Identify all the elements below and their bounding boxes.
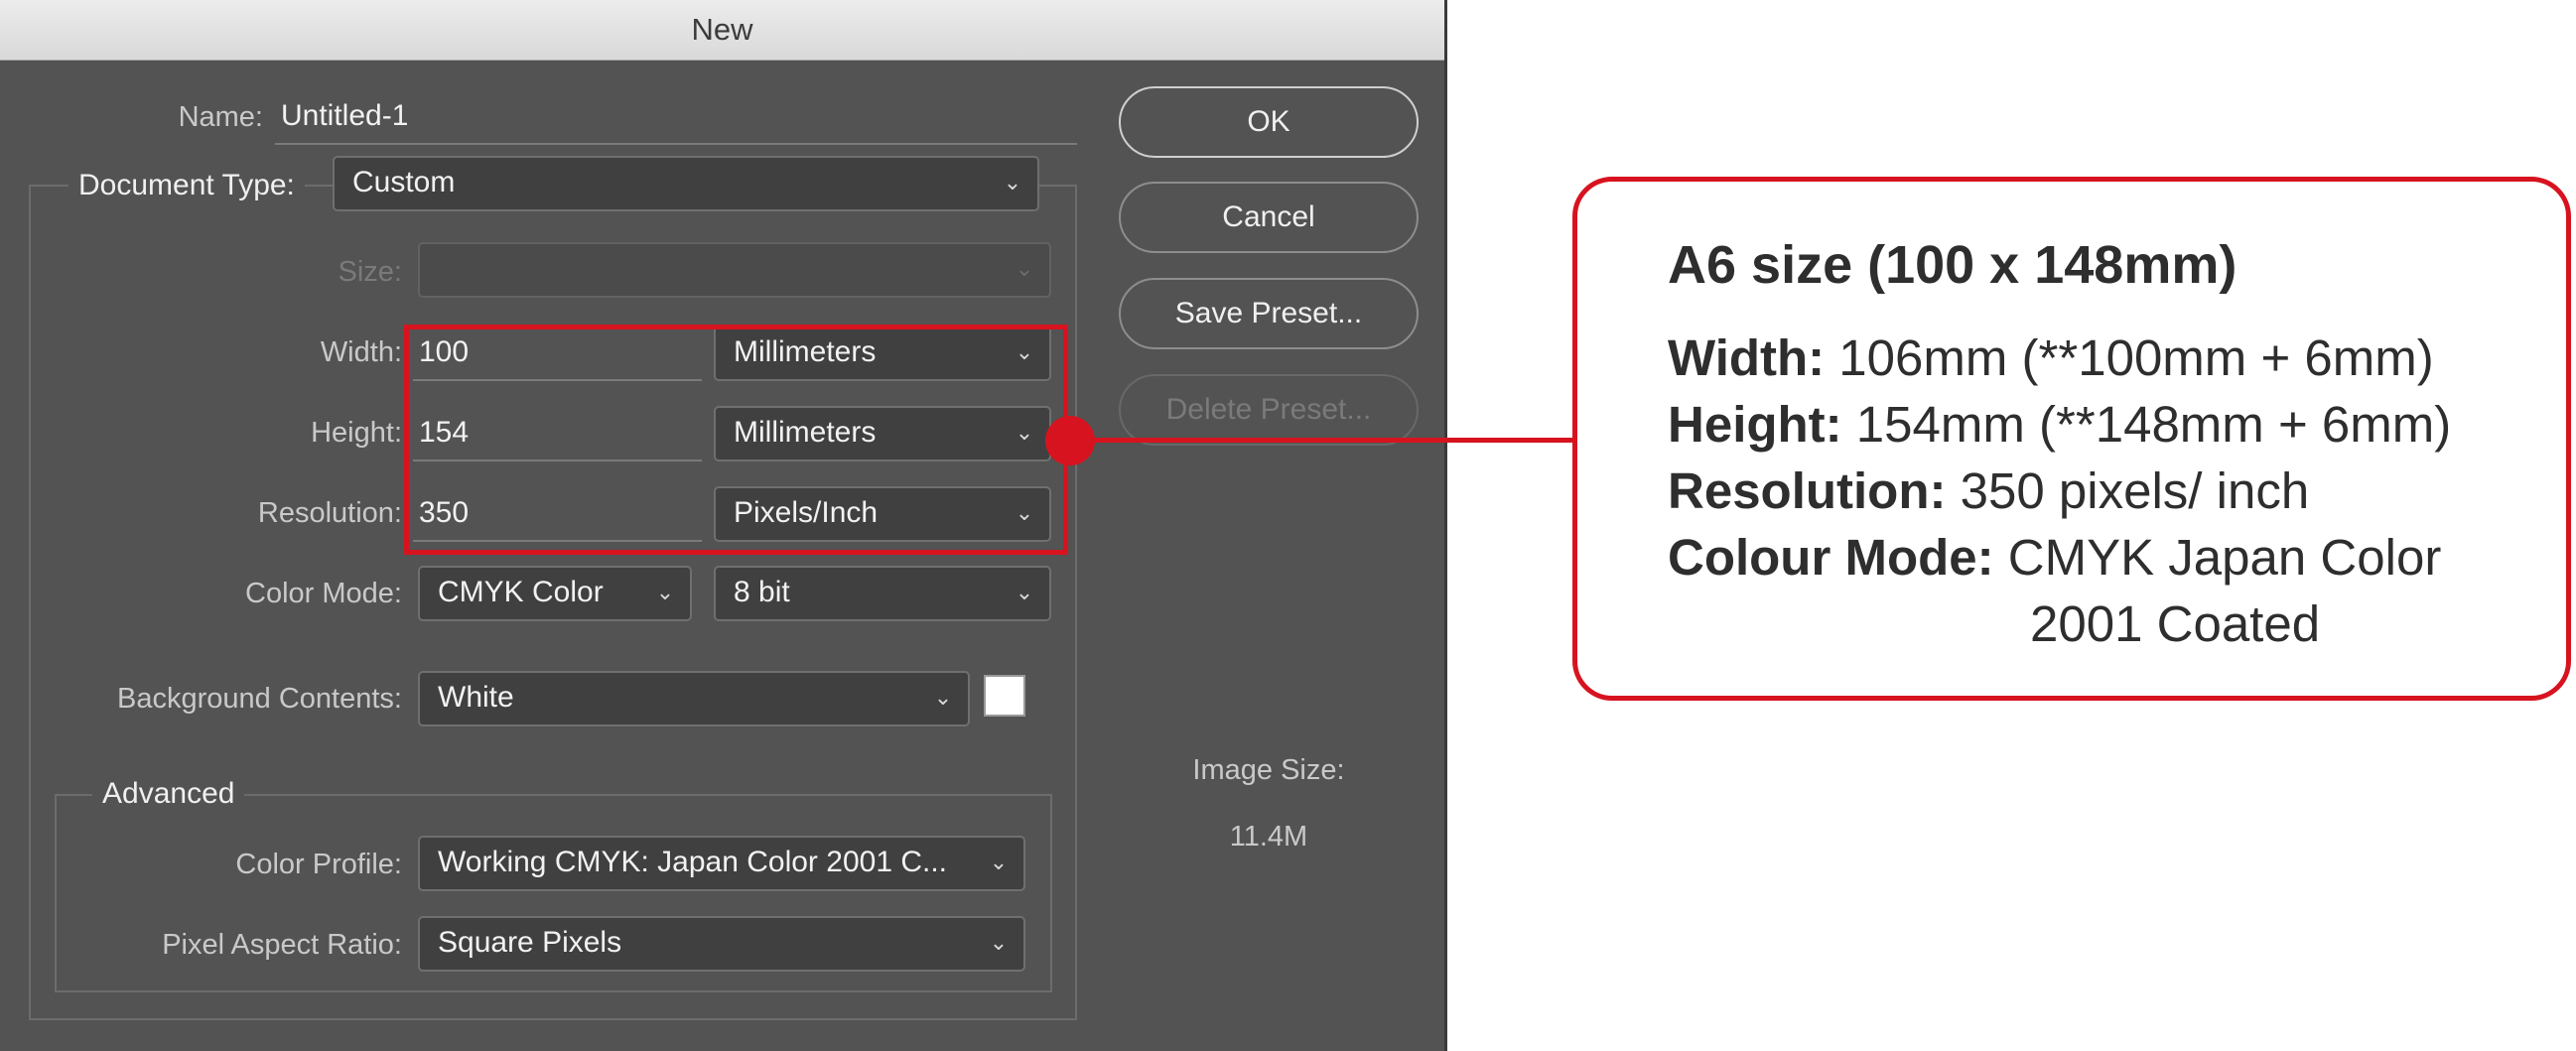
- background-color-swatch[interactable]: [984, 675, 1025, 717]
- color-profile-value: Working CMYK: Japan Color 2001 C...: [438, 846, 948, 878]
- document-type-select[interactable]: Custom ⌄: [333, 156, 1039, 211]
- dialog-title: New: [691, 12, 753, 47]
- document-type-value: Custom: [352, 166, 456, 198]
- resolution-label: Resolution:: [257, 497, 402, 529]
- callout-colour-mode-key: Colour Mode:: [1668, 529, 1994, 586]
- callout-dot: [1045, 416, 1095, 465]
- callout-resolution-text: 350 pixels/ inch: [1946, 462, 2310, 519]
- color-mode-select[interactable]: CMYK Color ⌄: [418, 566, 692, 621]
- callout-width-text: 106mm (**100mm + 6mm): [1825, 329, 2434, 386]
- size-select: ⌄: [418, 242, 1051, 298]
- chevron-down-icon: ⌄: [989, 850, 1009, 874]
- height-label: Height:: [311, 417, 402, 449]
- callout-resolution-key: Resolution:: [1668, 462, 1947, 519]
- background-contents-value: White: [438, 681, 514, 714]
- bit-depth-value: 8 bit: [734, 576, 790, 608]
- callout-width-line: Width: 106mm (**100mm + 6mm): [1668, 328, 2434, 387]
- ok-button[interactable]: OK: [1119, 86, 1419, 158]
- image-size-label: Image Size:: [1192, 754, 1345, 786]
- callout-resolution-line: Resolution: 350 pixels/ inch: [1668, 461, 2309, 520]
- background-contents-label: Background Contents:: [117, 683, 402, 715]
- pixel-aspect-ratio-value: Square Pixels: [438, 926, 622, 959]
- pixel-aspect-ratio-label: Pixel Aspect Ratio:: [162, 929, 402, 961]
- callout-colour-mode-line: Colour Mode: CMYK Japan Color: [1668, 528, 2441, 587]
- image-size-value: 11.4M: [1229, 821, 1308, 853]
- advanced-label: Advanced: [92, 777, 245, 811]
- cancel-button[interactable]: Cancel: [1119, 182, 1419, 253]
- callout-title: A6 size (100 x 148mm): [1668, 235, 2237, 295]
- document-type-label: Document Type:: [68, 169, 305, 202]
- background-contents-select[interactable]: White ⌄: [418, 671, 970, 726]
- dimensions-highlight-box: [404, 325, 1068, 555]
- title-bar[interactable]: New: [0, 0, 1444, 61]
- a6-size-callout: A6 size (100 x 148mm) Width: 106mm (**10…: [1572, 177, 2571, 701]
- callout-connector-line: [1070, 438, 1574, 443]
- callout-height-text: 154mm (**148mm + 6mm): [1841, 396, 2452, 453]
- callout-height-key: Height:: [1668, 396, 1842, 453]
- color-mode-label: Color Mode:: [245, 578, 402, 609]
- size-label: Size:: [338, 256, 402, 288]
- width-label: Width:: [320, 336, 402, 368]
- chevron-down-icon: ⌄: [1003, 170, 1022, 195]
- color-profile-select[interactable]: Working CMYK: Japan Color 2001 C... ⌄: [418, 836, 1025, 891]
- chevron-down-icon: ⌄: [1015, 580, 1034, 604]
- name-field[interactable]: Untitled-1: [275, 91, 1077, 145]
- callout-colour-mode-line-2: 2001 Coated: [2030, 595, 2321, 652]
- pixel-aspect-ratio-select[interactable]: Square Pixels ⌄: [418, 916, 1025, 972]
- bit-depth-select[interactable]: 8 bit ⌄: [714, 566, 1051, 621]
- chevron-down-icon: ⌄: [1015, 256, 1034, 281]
- callout-colour-mode-text: CMYK Japan Color: [1993, 529, 2442, 586]
- chevron-down-icon: ⌄: [989, 930, 1009, 955]
- callout-height-line: Height: 154mm (**148mm + 6mm): [1668, 395, 2451, 454]
- chevron-down-icon: ⌄: [933, 685, 953, 710]
- color-profile-label: Color Profile:: [235, 849, 402, 880]
- delete-preset-button: Delete Preset...: [1119, 374, 1419, 446]
- callout-width-key: Width:: [1668, 329, 1826, 386]
- chevron-down-icon: ⌄: [655, 580, 675, 604]
- color-mode-value: CMYK Color: [438, 576, 604, 608]
- name-label: Name:: [178, 101, 263, 133]
- save-preset-button[interactable]: Save Preset...: [1119, 278, 1419, 349]
